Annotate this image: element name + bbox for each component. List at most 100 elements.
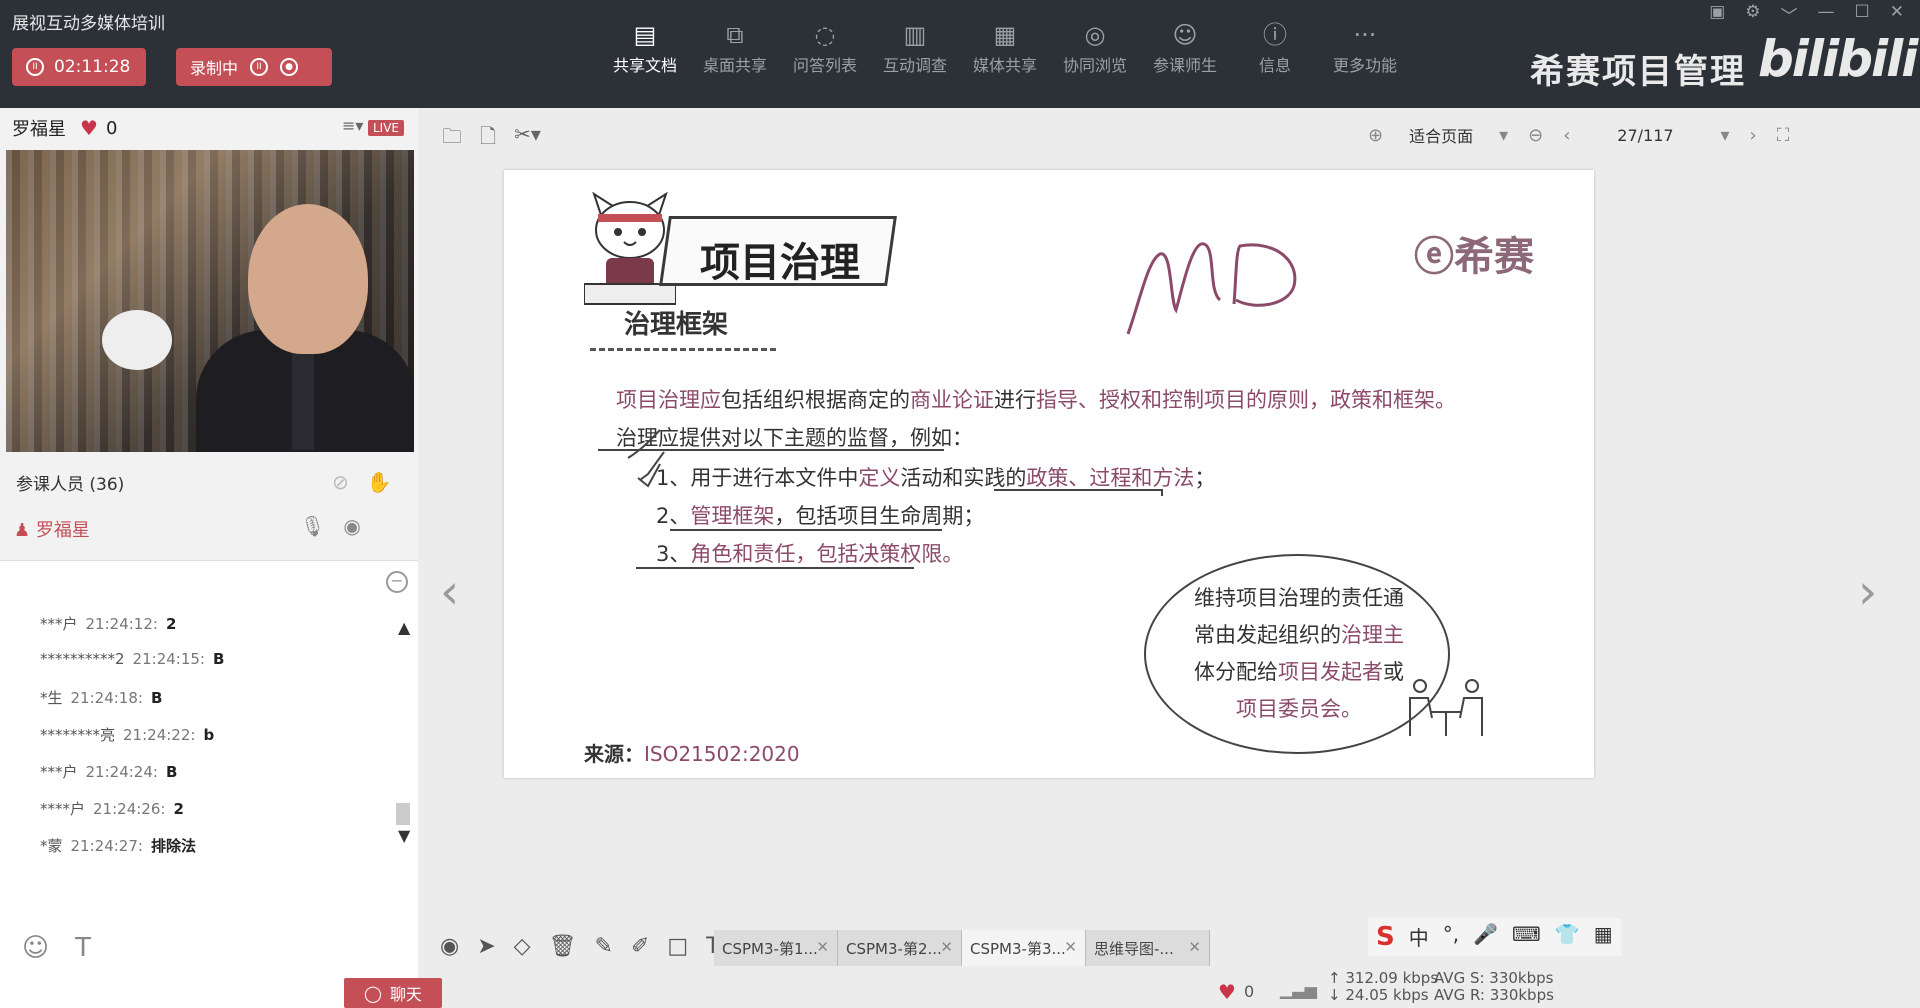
mute-all-icon[interactable]: ⊘ — [332, 470, 349, 494]
list-menu-icon[interactable]: ≡▾ — [342, 116, 363, 135]
tab-close-icon[interactable]: ✕ — [940, 938, 953, 956]
minimize-icon[interactable]: — — [1818, 2, 1835, 27]
next-page-icon[interactable]: › — [1750, 125, 1757, 146]
tab-close-icon[interactable]: ✕ — [1064, 938, 1077, 956]
settings-icon[interactable]: ⚙ — [1745, 2, 1760, 27]
zoom-select[interactable]: 适合页面 — [1409, 123, 1473, 147]
toolbar-browse[interactable]: ◎ 协同浏览 — [1050, 18, 1140, 76]
ime-menu-icon[interactable]: ▦ — [1594, 922, 1613, 952]
toolbar-media[interactable]: ▦ 媒体共享 — [960, 18, 1050, 76]
sogou-ime-icon[interactable]: S — [1376, 922, 1395, 952]
signal-icon: ▁▃▅ — [1280, 980, 1317, 999]
tab-close-icon[interactable]: ✕ — [816, 938, 829, 956]
pen-icon[interactable]: ✎ — [595, 934, 613, 959]
camera-icon[interactable]: ◉ — [343, 514, 360, 538]
doc-tab[interactable]: CSPM3-第2... ✕ — [838, 930, 962, 966]
member-name: 罗福星 — [35, 520, 90, 541]
heart-icon[interactable]: ♥ — [80, 116, 98, 140]
zoom-in-icon[interactable]: ⊕ — [1368, 125, 1383, 146]
fullscreen-icon[interactable]: ⛶ — [1777, 125, 1790, 146]
scroll-up-icon[interactable]: ▲ — [398, 618, 410, 637]
more-icon: ··· — [1353, 21, 1377, 49]
chat-bubble-icon: ◯ — [364, 983, 382, 1003]
doc-tab[interactable]: 思维导图-... ✕ — [1086, 930, 1210, 966]
left-panel: 罗福星 ♥ 0 ≡▾ LIVE 参课人员 (36) ⊘ ✋ ♟ 罗福星 🎙 ◉ … — [0, 108, 418, 1008]
toolbar-qa[interactable]: ◌ 问答列表 — [780, 18, 870, 76]
microphone-icon[interactable]: 🎙 — [300, 514, 325, 538]
scissors-icon[interactable]: ✂▾ — [514, 122, 541, 156]
slide-prev-arrow[interactable]: ‹ — [440, 564, 459, 620]
toolbar-more[interactable]: ··· 更多功能 — [1320, 18, 1410, 76]
page-indicator[interactable]: 27/117 — [1590, 126, 1700, 145]
pointer-icon[interactable]: ➤ — [477, 934, 495, 959]
attendee-tools: ⊘ ✋ — [332, 470, 392, 494]
like-icon[interactable]: ♥ — [1218, 980, 1236, 1004]
toolbar-label: 共享文档 — [612, 56, 677, 75]
ime-mode[interactable]: 中 — [1409, 922, 1429, 952]
toolbar-label: 更多功能 — [1332, 56, 1397, 75]
recording-label: 录制中 — [190, 59, 239, 78]
voice-input-icon[interactable]: 🎤 — [1473, 922, 1498, 952]
file-tools: 🗀 🗋 ✂▾ — [442, 122, 541, 156]
doc-tab[interactable]: CSPM3-第1... ✕ — [714, 930, 838, 966]
collapse-icon[interactable]: ﹀ — [1781, 2, 1798, 27]
main-toolbar: ▤ 共享文档 ⧉ 桌面共享 ◌ 问答列表 ▥ 互动调查 ▦ 媒体共享 ◎ 协同浏览 ☺ 参课师… — [600, 18, 1410, 76]
clear-icon[interactable]: 🗑 — [549, 934, 577, 959]
viewer-toolbar: 🗀 🗋 ✂▾ ⊕ 适合页面 ▾ ⊖ ‹ 27/117 ▾ › ⛶ — [418, 108, 1920, 160]
brand-text: 希赛项目管理 — [1530, 52, 1746, 92]
toolbar-survey[interactable]: ▥ 互动调查 — [870, 18, 960, 76]
desktop-share-icon: ⧉ — [726, 21, 744, 49]
highlighter-icon[interactable]: ✐ — [631, 934, 649, 959]
chat-message: *蒙 21:24:27: 排除法 — [40, 837, 196, 855]
recording-button[interactable]: 录制中 II ● — [176, 48, 332, 86]
chat-collapse-icon[interactable]: − — [386, 571, 408, 593]
member-icon: ♟ — [14, 520, 31, 541]
annotation-toolbar: ◉ ➤ ◇ 🗑 ✎ ✐ □ T CSPM3-第1... ✕ CSPM3-第2...… — [418, 926, 1920, 970]
close-icon[interactable]: ✕ — [1890, 2, 1904, 27]
file-icon[interactable]: 🗋 — [480, 122, 496, 156]
record-pause-icon[interactable]: II — [250, 58, 269, 76]
zoom-out-icon[interactable]: ⊖ — [1528, 125, 1543, 146]
tab-close-icon[interactable]: ✕ — [1188, 938, 1201, 956]
chat-message: *生 21:24:18: B — [40, 689, 163, 707]
hand-icon[interactable]: ✋ — [367, 470, 392, 494]
timer-button[interactable]: II 02:11:28 — [12, 48, 146, 86]
doc-tab-active[interactable]: CSPM3-第3... ✕ — [962, 930, 1086, 966]
folder-icon[interactable]: 🗀 — [442, 122, 462, 156]
app-title: 展视互动多媒体培训 — [12, 14, 165, 34]
toolbar-people[interactable]: ☺ 参课师生 — [1140, 18, 1230, 76]
page-controls: ⊕ 适合页面 ▾ ⊖ ‹ 27/117 ▾ › ⛶ — [1368, 123, 1789, 147]
screen-icon[interactable]: ▣ — [1709, 2, 1725, 27]
prev-page-icon[interactable]: ‹ — [1563, 125, 1570, 146]
chat-button[interactable]: ◯ 聊天 — [344, 978, 442, 1008]
record-stop-icon[interactable]: ● — [280, 58, 299, 76]
eraser-icon[interactable]: ◇ — [514, 934, 531, 959]
paragraph-1: 项目治理应包括组织根据商定的商业论证进行指导、授权和控制项目的原则，政策和框架。 — [616, 388, 1456, 412]
maximize-icon[interactable]: ☐ — [1855, 2, 1870, 27]
attendees-label[interactable]: 参课人员 (36) — [16, 470, 124, 495]
info-icon: ⓘ — [1263, 21, 1287, 49]
handwriting-md — [1126, 242, 1297, 335]
top-bar: 展视互动多媒体培训 II 02:11:28 录制中 II ● ▤ 共享文档 ⧉ 桌面… — [0, 0, 1920, 108]
skin-icon[interactable]: 👕 — [1555, 922, 1580, 952]
emoji-icon[interactable]: ☺ — [22, 933, 49, 963]
page-dropdown-icon[interactable]: ▾ — [1720, 125, 1729, 146]
scroll-down-icon[interactable]: ▼ — [398, 826, 410, 845]
punctuation-icon[interactable]: °, — [1443, 922, 1459, 952]
toolbar-share-doc[interactable]: ▤ 共享文档 — [600, 18, 690, 76]
chat-input-tools: ☺ T — [22, 933, 91, 963]
toolbar-desktop-share[interactable]: ⧉ 桌面共享 — [690, 18, 780, 76]
toolbar-label: 参课师生 — [1152, 56, 1217, 75]
presenter-tie — [292, 350, 314, 450]
record-dot-icon[interactable]: ◉ — [440, 934, 459, 959]
timer-value: 02:11:28 — [54, 57, 131, 77]
slide-next-arrow[interactable]: › — [1858, 564, 1877, 620]
scrollbar-thumb[interactable] — [396, 803, 410, 825]
keyboard-icon[interactable]: ⌨ — [1512, 922, 1541, 952]
toolbar-info[interactable]: ⓘ 信息 — [1230, 18, 1320, 76]
zoom-dropdown-icon[interactable]: ▾ — [1499, 125, 1508, 146]
text-format-icon[interactable]: T — [75, 933, 91, 963]
qa-icon: ◌ — [814, 21, 836, 49]
member-row[interactable]: ♟ 罗福星 — [14, 516, 90, 542]
rectangle-icon[interactable]: □ — [667, 934, 688, 959]
